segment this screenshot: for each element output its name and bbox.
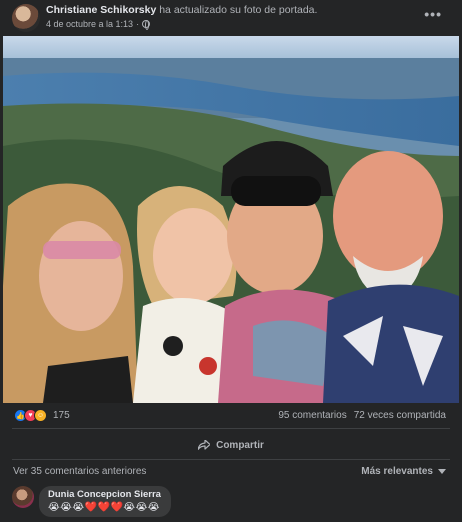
share-icon [198,440,211,450]
commenter-name[interactable]: Dunia Concepcion Sierra [48,489,161,500]
comment-item: Dunia Concepcion Sierra 😭😭😭❤️❤️❤️😭😭😭 [12,486,171,517]
globe-icon [142,20,151,30]
reaction-count[interactable]: 175 [53,410,70,421]
commenter-avatar[interactable] [12,486,34,508]
reaction-summary[interactable]: 👍 ♥ ☺ 175 [14,409,70,422]
comments-count[interactable]: 95 comentarios [278,410,346,421]
divider [12,459,450,460]
sort-label: Más relevantes [361,466,433,477]
chevron-down-icon [438,469,446,474]
post-byline: Christiane Schikorsky ha actualizado su … [46,4,317,16]
cover-photo[interactable] [3,36,459,403]
comment-bubble: Dunia Concepcion Sierra 😭😭😭❤️❤️❤️😭😭😭 [39,486,171,517]
care-reaction-icon: ☺ [34,409,47,422]
view-previous-comments-link[interactable]: Ver 35 comentarios anteriores [13,466,146,477]
post-date[interactable]: 4 de octubre a la 1:13 [46,19,133,29]
comment-sort-dropdown[interactable]: Más relevantes [361,466,446,477]
divider [12,428,450,429]
more-options-icon[interactable]: ••• [424,6,442,22]
post-meta: 4 de octubre a la 1:13 · [46,19,151,30]
post-action: ha actualizado su foto de portada. [159,4,318,16]
comment-text: 😭😭😭❤️❤️❤️😭😭😭 [48,502,160,513]
share-button[interactable]: Compartir [0,434,462,456]
author-name[interactable]: Christiane Schikorsky [46,4,156,16]
post-header: Christiane Schikorsky ha actualizado su … [0,0,462,36]
share-label: Compartir [216,439,264,451]
post-card: Christiane Schikorsky ha actualizado su … [0,0,462,522]
shares-count[interactable]: 72 veces compartida [354,410,446,421]
post-stats: 95 comentarios 72 veces compartida [278,410,446,421]
photo-illustration [3,36,459,403]
author-avatar[interactable] [12,4,40,32]
